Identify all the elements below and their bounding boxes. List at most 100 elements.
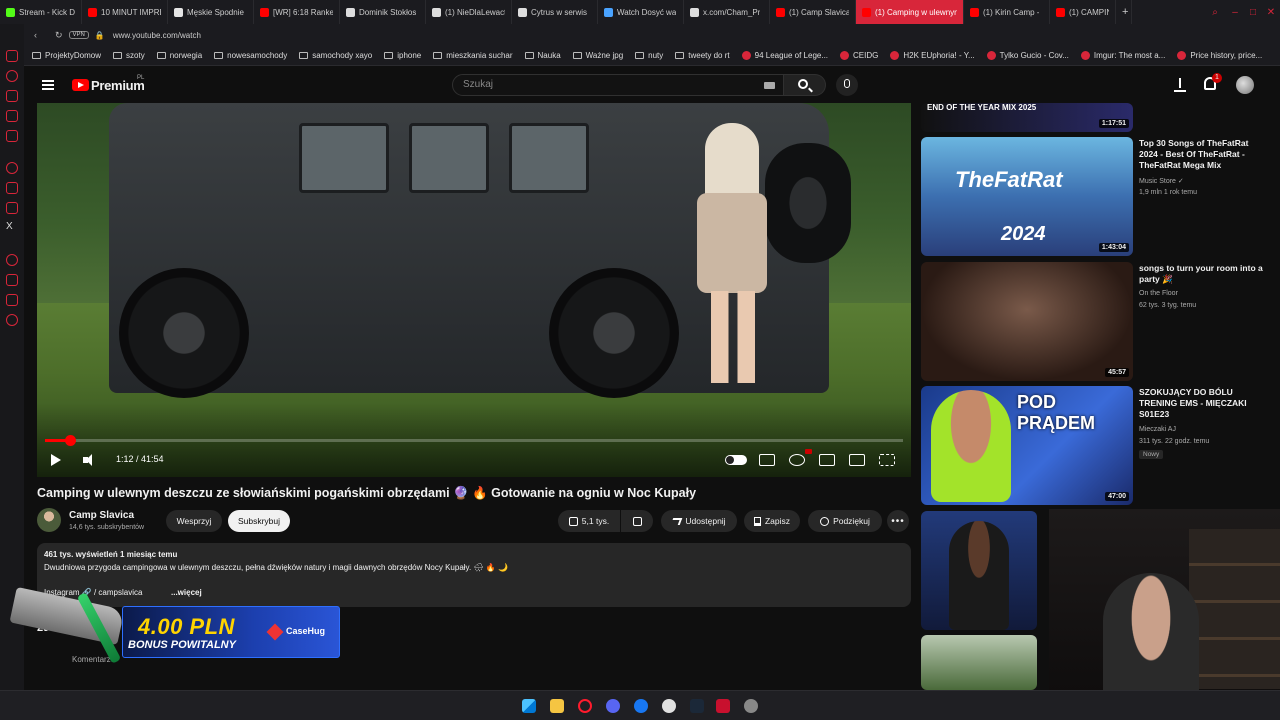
- rec-thumbnail[interactable]: POD PRĄDEM 47:00: [921, 386, 1133, 505]
- bookmark-item[interactable]: mieszkania suchar: [433, 51, 513, 60]
- bookmark-item[interactable]: nuty: [635, 51, 663, 60]
- rec-channel[interactable]: On the Floor: [1139, 290, 1178, 297]
- progress-scrubber[interactable]: [64, 435, 76, 446]
- search-input[interactable]: Szukaj: [452, 74, 784, 96]
- volume-icon[interactable]: [83, 454, 97, 466]
- vpn-badge[interactable]: VPN: [68, 31, 89, 39]
- opera-icon[interactable]: [578, 699, 592, 713]
- bookmark-item[interactable]: norwegia: [156, 51, 202, 60]
- voice-search-button[interactable]: [836, 74, 858, 96]
- rec-channel[interactable]: Music Store ✓: [1139, 177, 1184, 185]
- whatsapp-icon[interactable]: [6, 130, 18, 142]
- settings-icon[interactable]: [6, 162, 18, 174]
- gear-icon[interactable]: [6, 314, 18, 326]
- bookmark-item[interactable]: Imgur: The most a...: [1080, 51, 1165, 60]
- bookmark-item[interactable]: samochody xayo: [299, 51, 372, 60]
- browser-tab[interactable]: [WR] 6:18 Ranke: [254, 0, 340, 24]
- like-button[interactable]: 5,1 tys.: [558, 510, 620, 532]
- bookmark-item[interactable]: Price history, price...: [1177, 51, 1262, 60]
- reload-icon[interactable]: ↻: [55, 30, 63, 41]
- speed-dial-icon[interactable]: [6, 50, 18, 62]
- search-button[interactable]: [784, 74, 826, 96]
- menu-icon[interactable]: [42, 80, 54, 90]
- start-icon[interactable]: [522, 699, 536, 713]
- more-actions-button[interactable]: •••: [887, 510, 909, 532]
- video-player[interactable]: 1:12 / 41:54: [37, 103, 911, 477]
- progress-bar[interactable]: [45, 435, 903, 446]
- history-icon[interactable]: [6, 70, 18, 82]
- back-icon[interactable]: ‹: [34, 30, 37, 40]
- bookmark-item[interactable]: CEIDG: [840, 51, 878, 60]
- search-tabs-icon[interactable]: ⌕: [1206, 0, 1224, 24]
- share-button[interactable]: Udostępnij: [661, 510, 737, 532]
- bookmark-item[interactable]: nowesamochody: [214, 51, 287, 60]
- discord-icon[interactable]: [606, 699, 620, 713]
- settings-app-icon[interactable]: [744, 699, 758, 713]
- messenger-app-icon[interactable]: [634, 699, 648, 713]
- bookmark-item[interactable]: tweety do rt: [675, 51, 730, 60]
- browser-tab[interactable]: Cytrus w serwis: [512, 0, 598, 24]
- rec-title[interactable]: songs to turn your room into a party 🎉: [1139, 263, 1269, 285]
- youtube-logo-icon[interactable]: [72, 79, 89, 91]
- bookmark-item[interactable]: Nauka: [524, 51, 561, 60]
- minimize-icon[interactable]: –: [1226, 0, 1244, 24]
- browser-tab[interactable]: x.com/Cham_Pr: [684, 0, 770, 24]
- cast-icon[interactable]: [849, 454, 865, 466]
- bookmark-item[interactable]: 94 League of Lege...: [741, 51, 828, 60]
- browser-tab[interactable]: (1) Kirin Camp -: [964, 0, 1050, 24]
- bookmarks-icon[interactable]: [6, 90, 18, 102]
- thanks-button[interactable]: Podziękuj: [808, 510, 882, 532]
- download-icon[interactable]: [6, 274, 18, 286]
- maximize-icon[interactable]: □: [1244, 0, 1262, 24]
- browser-tab[interactable]: (1) Camping w ulewnym de: [856, 0, 964, 24]
- browser-tab[interactable]: (1) CAMPING: [1050, 0, 1116, 24]
- autoplay-toggle[interactable]: [725, 455, 747, 465]
- rec-channel[interactable]: Mieczaki AJ: [1139, 426, 1176, 433]
- percent-icon[interactable]: [6, 202, 18, 214]
- bookmark-item[interactable]: szoty: [113, 51, 145, 60]
- subtitles-icon[interactable]: [759, 454, 775, 466]
- x-icon[interactable]: X: [6, 222, 18, 234]
- browser-tab[interactable]: Watch Dosyć wa: [598, 0, 684, 24]
- messenger-icon[interactable]: [6, 110, 18, 122]
- fullscreen-icon[interactable]: [879, 454, 895, 466]
- bookmark-item[interactable]: ProjektyDomow: [32, 51, 101, 60]
- chat-icon[interactable]: [6, 294, 18, 306]
- support-button[interactable]: Wesprzyj: [166, 510, 222, 532]
- browser-tab[interactable]: Dominik Stokłos: [340, 0, 426, 24]
- new-tab-button[interactable]: +: [1116, 0, 1132, 24]
- bookmark-item[interactable]: H2K EUphoria! - Y...: [890, 51, 975, 60]
- keyboard-icon[interactable]: [764, 82, 775, 89]
- twitch-icon[interactable]: [6, 182, 18, 194]
- account-avatar[interactable]: [1236, 76, 1254, 94]
- file-explorer-icon[interactable]: [550, 699, 564, 713]
- rec-thumbnail[interactable]: TheFatRat 2024 1:43:04: [921, 137, 1133, 256]
- close-window-icon[interactable]: ✕: [1262, 0, 1280, 24]
- create-icon[interactable]: [1174, 78, 1186, 92]
- play-icon[interactable]: [51, 454, 61, 466]
- browser-tab[interactable]: (1) NieDlaLewact: [426, 0, 512, 24]
- bookmark-item[interactable]: Ważne jpg: [572, 51, 623, 60]
- rec-thumbnail[interactable]: [921, 635, 1037, 690]
- miniplayer-icon[interactable]: [819, 454, 835, 466]
- channel-avatar[interactable]: [37, 508, 61, 532]
- rec-thumbnail[interactable]: END OF THE YEAR MIX 2025 1:17:51: [921, 103, 1133, 132]
- channel-name[interactable]: Camp Slavica: [69, 510, 134, 521]
- rec-thumbnail[interactable]: [921, 511, 1037, 630]
- browser-tab[interactable]: Męskie Spodnie: [168, 0, 254, 24]
- url-field[interactable]: www.youtube.com/watch: [113, 31, 201, 40]
- bookmark-item[interactable]: Tylko Gucio - Cov...: [986, 51, 1069, 60]
- browser-tab[interactable]: (1) Camp Slavica: [770, 0, 856, 24]
- rec-title[interactable]: Top 30 Songs of TheFatRat 2024 - Best Of…: [1139, 138, 1269, 171]
- subscribe-button[interactable]: Subskrybuj: [228, 510, 290, 532]
- browser-tab[interactable]: 10 MINUT IMPRE: [82, 0, 168, 24]
- chrome-icon[interactable]: [662, 699, 676, 713]
- rec-title[interactable]: SZOKUJĄCY DO BÓLU TRENING EMS - MIĘCZAKI…: [1139, 387, 1269, 420]
- save-button[interactable]: Zapisz: [744, 510, 800, 532]
- bookmark-item[interactable]: iphone: [384, 51, 421, 60]
- dislike-button[interactable]: [621, 510, 653, 532]
- steam-icon[interactable]: [690, 699, 704, 713]
- clock-icon[interactable]: [6, 254, 18, 266]
- browser-tab[interactable]: Stream - Kick Da: [0, 0, 82, 24]
- shield-icon[interactable]: [716, 699, 730, 713]
